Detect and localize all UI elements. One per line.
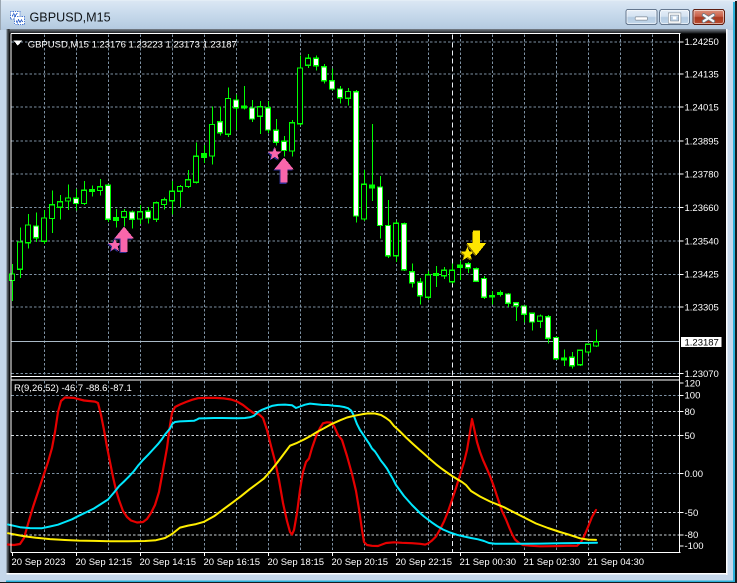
svg-text:20 Sep 16:15: 20 Sep 16:15 <box>204 557 261 568</box>
svg-text:1.23540: 1.23540 <box>685 237 719 248</box>
svg-text:0.00: 0.00 <box>685 469 704 480</box>
svg-text:20 Sep 20:15: 20 Sep 20:15 <box>332 557 389 568</box>
svg-text:1.24135: 1.24135 <box>685 69 719 80</box>
svg-text:21 Sep 00:30: 21 Sep 00:30 <box>460 557 517 568</box>
svg-text:-100: -100 <box>685 541 704 552</box>
svg-text:1.23780: 1.23780 <box>685 170 719 181</box>
svg-text:GBPUSD,M15: GBPUSD,M15 <box>30 11 111 25</box>
svg-text:R(9,26,52) -46.7 -88.6 -87.1: R(9,26,52) -46.7 -88.6 -87.1 <box>14 383 132 394</box>
svg-text:20 Sep 18:15: 20 Sep 18:15 <box>268 557 325 568</box>
svg-text:20 Sep 22:15: 20 Sep 22:15 <box>396 557 453 568</box>
svg-text:20 Sep 2023: 20 Sep 2023 <box>12 557 66 568</box>
svg-text:21 Sep 04:30: 21 Sep 04:30 <box>588 557 645 568</box>
svg-text:-50: -50 <box>685 508 699 519</box>
svg-text:50: 50 <box>685 431 696 442</box>
svg-text:1.23425: 1.23425 <box>685 270 719 281</box>
svg-text:1.24250: 1.24250 <box>685 37 719 48</box>
svg-text:1.23187: 1.23187 <box>685 337 719 348</box>
svg-text:1.23895: 1.23895 <box>685 137 719 148</box>
svg-text:80: 80 <box>685 407 696 418</box>
svg-text:1.24015: 1.24015 <box>685 103 719 114</box>
svg-text:-80: -80 <box>685 530 699 541</box>
svg-text:100: 100 <box>685 391 701 402</box>
svg-text:GBPUSD,M15 1.23176 1.23223 1.2: GBPUSD,M15 1.23176 1.23223 1.23173 1.231… <box>28 39 237 50</box>
svg-text:20 Sep 12:15: 20 Sep 12:15 <box>76 557 133 568</box>
svg-text:120: 120 <box>685 379 701 390</box>
svg-text:1.23305: 1.23305 <box>685 302 719 313</box>
svg-text:1.23660: 1.23660 <box>685 203 719 214</box>
svg-text:20 Sep 14:15: 20 Sep 14:15 <box>140 557 197 568</box>
svg-text:21 Sep 02:30: 21 Sep 02:30 <box>524 557 581 568</box>
